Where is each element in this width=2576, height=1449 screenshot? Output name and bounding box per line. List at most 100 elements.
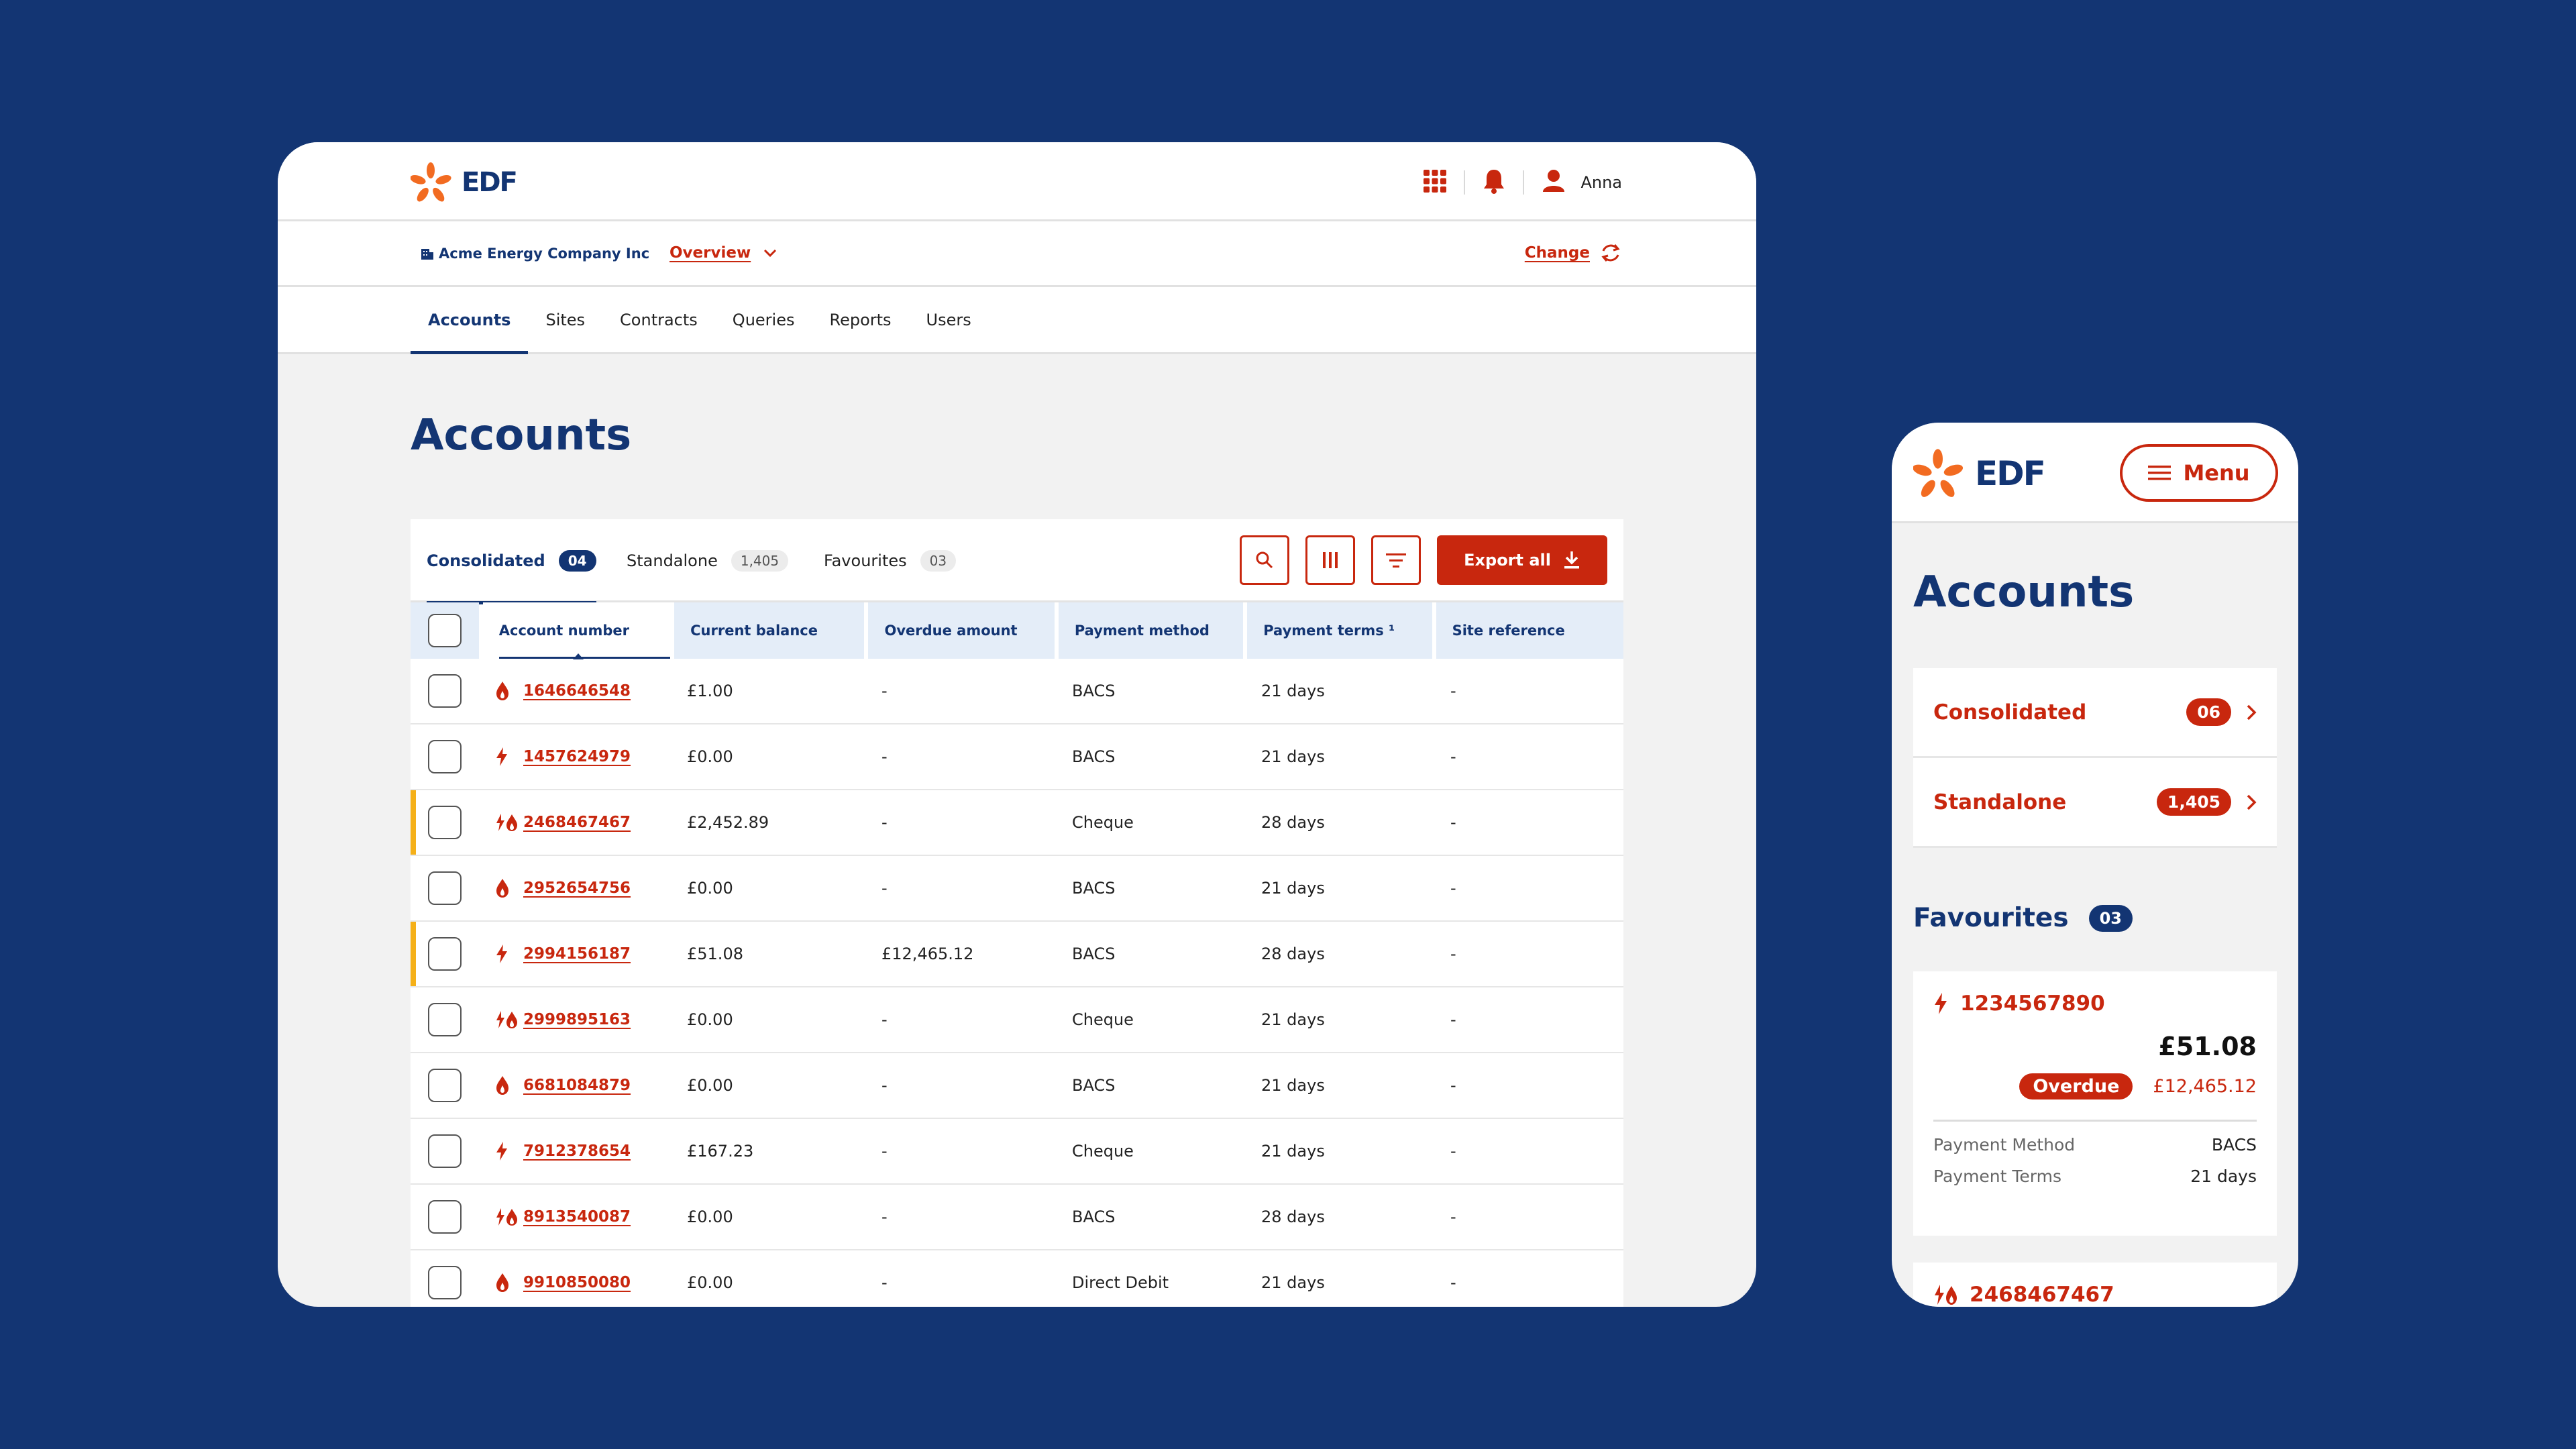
header-divider bbox=[1523, 170, 1525, 195]
site-reference-cell: - bbox=[1450, 1076, 1456, 1095]
overdue-amount-cell: - bbox=[881, 1208, 888, 1226]
account-number-link[interactable]: 7912378654 bbox=[495, 1141, 631, 1161]
card-payment-method: Payment Method BACS bbox=[1933, 1135, 2257, 1155]
list-item-standalone[interactable]: Standalone 1,405 bbox=[1913, 758, 2277, 848]
tab-standalone[interactable]: Standalone 1,405 bbox=[627, 519, 789, 602]
download-icon bbox=[1564, 551, 1579, 569]
edf-logo[interactable]: EDF bbox=[1913, 447, 2046, 500]
payment-terms-cell: 21 days bbox=[1261, 879, 1325, 898]
mobile-header: EDF Menu bbox=[1892, 423, 2298, 523]
column-header-payment-terms[interactable]: Payment terms ¹ bbox=[1247, 602, 1432, 659]
overdue-amount-cell: - bbox=[881, 1142, 888, 1161]
site-reference-cell: - bbox=[1450, 879, 1456, 898]
export-all-button[interactable]: Export all bbox=[1437, 535, 1607, 585]
account-number-link[interactable]: 2999895163 bbox=[495, 1010, 631, 1030]
account-number-cell: 2952654756 bbox=[479, 856, 671, 920]
accounts-panel: Consolidated 04 Standalone 1,405 Favouri… bbox=[411, 519, 1623, 1307]
row-checkbox[interactable] bbox=[428, 1134, 462, 1168]
apps-grid-icon[interactable] bbox=[1424, 170, 1447, 195]
tab-label: Standalone bbox=[627, 551, 718, 570]
row-checkbox[interactable] bbox=[428, 1200, 462, 1234]
row-checkbox[interactable] bbox=[428, 674, 462, 708]
overdue-amount-cell: - bbox=[881, 1273, 888, 1292]
account-number-link[interactable]: 2994156187 bbox=[495, 944, 631, 964]
columns-button[interactable] bbox=[1305, 535, 1356, 585]
column-header-site-reference[interactable]: Site reference bbox=[1436, 602, 1623, 659]
user-name[interactable]: Anna bbox=[1580, 173, 1622, 192]
dual-fuel-icon bbox=[496, 1208, 517, 1226]
nav-tab-queries[interactable]: Queries bbox=[715, 287, 812, 352]
table-row: 8913540087 £0.00 - BACS 28 days - bbox=[411, 1185, 1623, 1250]
count-badge: 1,405 bbox=[2156, 788, 2231, 816]
search-button[interactable] bbox=[1240, 535, 1290, 585]
row-checkbox[interactable] bbox=[428, 1266, 462, 1299]
payment-terms-cell: 21 days bbox=[1261, 747, 1325, 766]
row-checkbox[interactable] bbox=[428, 937, 462, 971]
view-selector[interactable]: Overview bbox=[669, 244, 777, 262]
menu-label: Menu bbox=[2183, 460, 2250, 486]
favourite-account-card[interactable]: 2468467467 bbox=[1913, 1263, 2277, 1307]
bell-icon[interactable] bbox=[1483, 168, 1505, 197]
account-number: 1646646548 bbox=[523, 682, 631, 700]
fuel-type bbox=[495, 681, 523, 701]
column-header-current-balance[interactable]: Current balance bbox=[674, 602, 865, 659]
tab-favourites[interactable]: Favourites 03 bbox=[824, 519, 957, 602]
column-header-overdue-amount[interactable]: Overdue amount bbox=[868, 602, 1055, 659]
site-reference-cell: - bbox=[1450, 1208, 1456, 1226]
nav-tab-accounts[interactable]: Accounts bbox=[411, 287, 529, 354]
account-number-link[interactable]: 1457624979 bbox=[495, 747, 631, 767]
payment-method-cell: Cheque bbox=[1072, 1142, 1134, 1161]
favourite-account-card[interactable]: 1234567890 £51.08 Overdue £12,465.12 Pay… bbox=[1913, 971, 2277, 1236]
row-checkbox[interactable] bbox=[428, 1003, 462, 1036]
nav-tab-contracts[interactable]: Contracts bbox=[602, 287, 715, 352]
column-header-payment-method[interactable]: Payment method bbox=[1058, 602, 1244, 659]
account-number-cell: 9910850080 bbox=[479, 1250, 671, 1307]
company-label: Acme Energy Company Inc bbox=[439, 246, 650, 262]
current-balance-cell: £0.00 bbox=[687, 1208, 733, 1226]
account-number-link[interactable]: 6681084879 bbox=[495, 1075, 631, 1095]
table-row: 2999895163 £0.00 - Cheque 21 days - bbox=[411, 987, 1623, 1053]
row-checkbox[interactable] bbox=[428, 740, 462, 773]
list-item-consolidated[interactable]: Consolidated 06 bbox=[1913, 668, 2277, 758]
list-item-label: Consolidated bbox=[1933, 700, 2087, 724]
account-number-link[interactable]: 9910850080 bbox=[495, 1273, 631, 1293]
row-checkbox[interactable] bbox=[428, 871, 462, 905]
card-account-number[interactable]: 2468467467 bbox=[1933, 1283, 2257, 1307]
account-number: 1457624979 bbox=[523, 748, 631, 765]
view-selector-label: Overview bbox=[669, 244, 751, 262]
electricity-icon bbox=[1935, 993, 1947, 1014]
change-account-link[interactable]: Change bbox=[1525, 241, 1622, 264]
tab-consolidated[interactable]: Consolidated 04 bbox=[427, 519, 596, 604]
column-header-account-number[interactable]: Account number bbox=[482, 602, 671, 659]
nav-tab-users[interactable]: Users bbox=[909, 287, 989, 352]
top-header: EDF Anna bbox=[278, 142, 1756, 221]
select-all-checkbox[interactable] bbox=[427, 614, 462, 647]
overdue-badge: Overdue bbox=[2019, 1073, 2133, 1099]
nav-tab-reports[interactable]: Reports bbox=[812, 287, 908, 352]
account-number-link[interactable]: 2952654756 bbox=[495, 878, 631, 898]
user-icon[interactable] bbox=[1542, 169, 1566, 196]
account-number-link[interactable]: 8913540087 bbox=[495, 1207, 631, 1227]
count-badge: 03 bbox=[2088, 904, 2133, 932]
overdue-amount-cell: - bbox=[881, 747, 888, 766]
row-checkbox[interactable] bbox=[428, 1069, 462, 1102]
card-account-number[interactable]: 1234567890 bbox=[1933, 991, 2257, 1016]
account-number-link[interactable]: 2468467467 bbox=[495, 812, 631, 833]
row-checkbox[interactable] bbox=[428, 806, 462, 839]
nav-tab-sites[interactable]: Sites bbox=[528, 287, 602, 352]
account-number: 2994156187 bbox=[523, 945, 631, 963]
fuel-type bbox=[495, 1273, 523, 1293]
payment-method-value: BACS bbox=[2211, 1135, 2257, 1155]
count-badge: 06 bbox=[2186, 698, 2231, 726]
payment-terms-cell: 21 days bbox=[1261, 682, 1325, 700]
account-number: 8913540087 bbox=[523, 1208, 631, 1226]
row-select-cell bbox=[411, 724, 479, 789]
edf-logo[interactable]: EDF bbox=[411, 161, 518, 204]
menu-button[interactable]: Menu bbox=[2120, 444, 2278, 502]
main-nav: Accounts Sites Contracts Queries Reports… bbox=[278, 287, 1756, 354]
site-reference-cell: - bbox=[1450, 682, 1456, 700]
gas-icon bbox=[496, 879, 508, 898]
filter-button[interactable] bbox=[1371, 535, 1421, 585]
fuel-type bbox=[495, 944, 523, 964]
account-number-link[interactable]: 1646646548 bbox=[495, 681, 631, 701]
